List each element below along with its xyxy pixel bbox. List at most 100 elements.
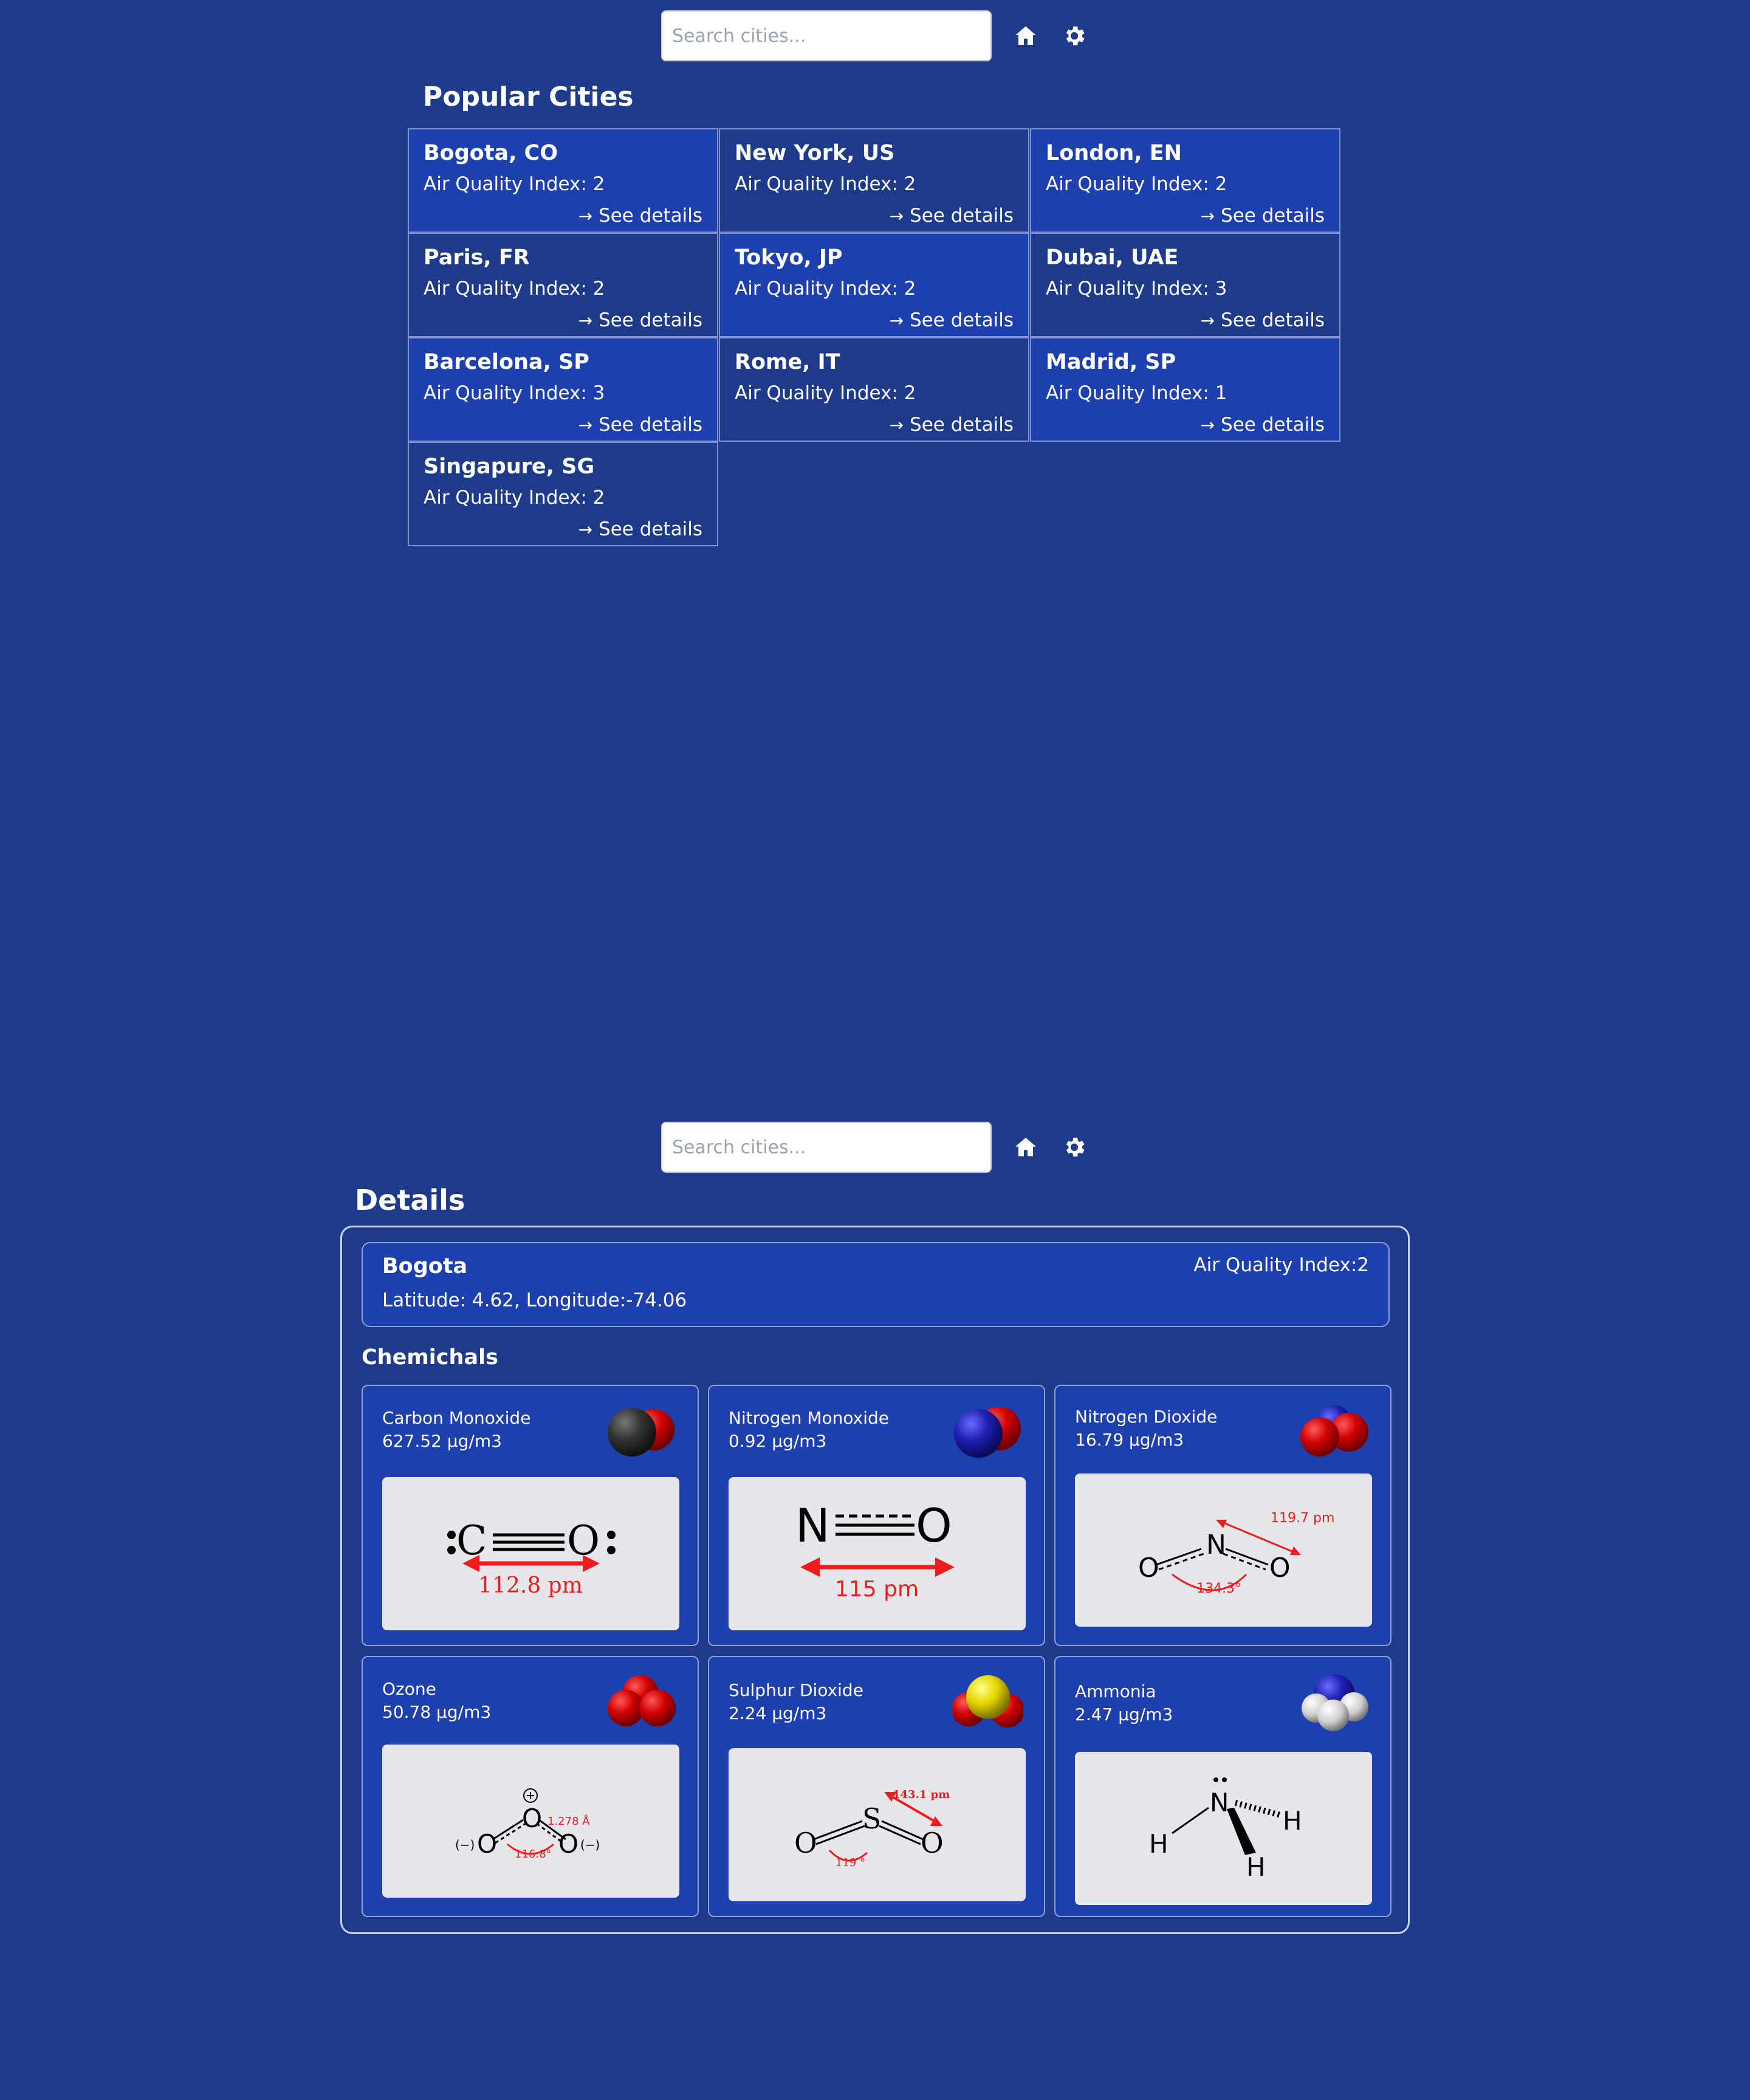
- city-card-new-york[interactable]: New York, US Air Quality Index: 2 → See d…: [719, 128, 1029, 233]
- see-details-label: See details: [599, 309, 702, 331]
- see-details-link[interactable]: → See details: [890, 205, 1014, 227]
- bond-length-label: 119.7 pm: [1271, 1511, 1334, 1526]
- chemical-value: 2.47 μg/m3: [1075, 1704, 1173, 1724]
- bond-angle-label: 134.3°: [1196, 1581, 1241, 1596]
- city-name: Paris, FR: [424, 245, 530, 270]
- chemical-value: 0.92 μg/m3: [729, 1431, 827, 1451]
- see-details-link[interactable]: → See details: [1201, 205, 1325, 227]
- arrow-right-icon: →: [578, 310, 593, 331]
- see-details-label: See details: [1221, 205, 1325, 227]
- city-name: Rome, IT: [735, 350, 840, 374]
- see-details-link[interactable]: → See details: [578, 414, 702, 436]
- city-card-dubai[interactable]: Dubai, UAE Air Quality Index: 3 → See det…: [1030, 233, 1340, 337]
- search-input[interactable]: [661, 10, 992, 61]
- city-aqi: Air Quality Index:2: [1193, 1254, 1369, 1276]
- city-aqi: Air Quality Index: 2: [735, 382, 916, 404]
- search-input[interactable]: [661, 1122, 992, 1173]
- arrow-right-icon: →: [889, 414, 904, 435]
- see-details-link[interactable]: → See details: [1201, 309, 1325, 331]
- chemical-card-nitrogen-dioxide: Nitrogen Dioxide 16.79 μg/m3 O N O 119.7…: [1054, 1385, 1391, 1646]
- details-title: Details: [355, 1184, 465, 1216]
- see-details-link[interactable]: → See details: [890, 414, 1014, 436]
- co-structure-diagram: C O 112.8 pm: [382, 1477, 679, 1630]
- home-icon: [1015, 1138, 1036, 1156]
- city-aqi: Air Quality Index: 3: [1046, 278, 1227, 300]
- svg-text:(−): (−): [455, 1837, 475, 1852]
- see-details-link[interactable]: → See details: [890, 309, 1014, 331]
- co-molecule-model: [608, 1408, 674, 1457]
- bond-length-label: 112.8 pm: [478, 1573, 583, 1598]
- details-panel: Bogota Latitude: 4.62, Longitude:-74.06 …: [340, 1226, 1410, 1934]
- chemical-name: Carbon Monoxide: [382, 1408, 531, 1428]
- see-details-link[interactable]: → See details: [578, 518, 702, 540]
- svg-text:H: H: [1283, 1806, 1302, 1836]
- arrow-right-icon: →: [889, 310, 904, 331]
- see-details-link[interactable]: → See details: [578, 205, 702, 227]
- svg-text:O: O: [522, 1803, 542, 1833]
- svg-text:H: H: [1246, 1852, 1266, 1882]
- arrow-right-icon: →: [1200, 414, 1215, 435]
- chemical-card-sulphur-dioxide: Sulphur Dioxide 2.24 μg/m3 S O O 143.1 p…: [708, 1656, 1045, 1917]
- chemical-name: Sulphur Dioxide: [729, 1680, 863, 1700]
- chemical-value: 2.24 μg/m3: [729, 1703, 827, 1723]
- city-aqi: Air Quality Index: 2: [424, 278, 605, 300]
- settings-button[interactable]: [1059, 1131, 1090, 1163]
- see-details-link[interactable]: → See details: [1201, 414, 1325, 436]
- chemical-card-ammonia: Ammonia 2.47 μg/m3 N H H H: [1054, 1656, 1391, 1917]
- svg-text:O: O: [1138, 1553, 1159, 1584]
- city-grid: Bogota, CO Air Quality Index: 2 → See det…: [408, 128, 1342, 546]
- home-button[interactable]: [1010, 1131, 1041, 1163]
- bond-length-label: 115 pm: [835, 1577, 919, 1602]
- city-aqi: Air Quality Index: 2: [735, 173, 916, 195]
- svg-text:H: H: [1149, 1829, 1168, 1859]
- chemicals-title: Chemichals: [362, 1345, 498, 1370]
- home-button[interactable]: [1010, 20, 1041, 52]
- city-name: Bogota, CO: [424, 141, 558, 165]
- chemical-card-ozone: Ozone 50.78 μg/m3 O O O (−) (−) 1.278 Å …: [362, 1656, 699, 1917]
- city-card-bogota[interactable]: Bogota, CO Air Quality Index: 2 → See det…: [408, 128, 718, 233]
- no-structure-diagram: N O 115 pm: [729, 1477, 1026, 1630]
- svg-text:O: O: [1269, 1553, 1291, 1584]
- city-card-barcelona[interactable]: Barcelona, SP Air Quality Index: 3 → See …: [408, 337, 718, 442]
- ammonia-molecule-model: [1302, 1674, 1368, 1731]
- bond-length-label: 143.1 pm: [893, 1788, 950, 1801]
- city-name: Dubai, UAE: [1046, 245, 1179, 270]
- settings-button[interactable]: [1059, 20, 1090, 52]
- city-aqi: Air Quality Index: 2: [1046, 173, 1227, 195]
- city-card-tokyo[interactable]: Tokyo, JP Air Quality Index: 2 → See deta…: [719, 233, 1029, 337]
- svg-text:O: O: [921, 1827, 944, 1859]
- city-card-singapore[interactable]: Singapure, SG Air Quality Index: 2 → See …: [408, 442, 718, 546]
- arrow-right-icon: →: [578, 414, 593, 435]
- bond-angle-label: 116.8°: [515, 1848, 552, 1861]
- see-details-label: See details: [910, 309, 1014, 331]
- see-details-link[interactable]: → See details: [578, 309, 702, 331]
- bond-length-label: 1.278 Å: [547, 1814, 590, 1828]
- city-aqi: Air Quality Index: 1: [1046, 382, 1227, 404]
- city-name: Barcelona, SP: [424, 350, 589, 374]
- chemical-name: Nitrogen Dioxide: [1075, 1407, 1218, 1427]
- city-card-london[interactable]: London, EN Air Quality Index: 2 → See det…: [1030, 128, 1340, 233]
- svg-text:C: C: [456, 1517, 487, 1564]
- city-card-madrid[interactable]: Madrid, SP Air Quality Index: 1 → See det…: [1030, 337, 1340, 442]
- chemical-value: 16.79 μg/m3: [1075, 1430, 1184, 1450]
- chemical-card-nitrogen-monoxide: Nitrogen Monoxide 0.92 μg/m3 N O 115 pm: [708, 1385, 1045, 1646]
- no-molecule-model: [954, 1407, 1021, 1458]
- city-coordinates: Latitude: 4.62, Longitude:-74.06: [382, 1289, 687, 1311]
- svg-text:N: N: [795, 1498, 830, 1553]
- popular-cities-title: Popular Cities: [423, 81, 634, 112]
- chemical-name: Ozone: [382, 1679, 436, 1699]
- chemical-value: 50.78 μg/m3: [382, 1702, 492, 1722]
- svg-text:O: O: [477, 1829, 497, 1859]
- svg-text:N: N: [1206, 1529, 1226, 1560]
- city-card-rome[interactable]: Rome, IT Air Quality Index: 2 → See detai…: [719, 337, 1029, 442]
- city-name: New York, US: [735, 141, 895, 165]
- svg-text:N: N: [1210, 1788, 1229, 1817]
- city-aqi: Air Quality Index: 3: [424, 382, 605, 404]
- see-details-label: See details: [1221, 309, 1325, 331]
- city-name: London, EN: [1046, 141, 1182, 165]
- city-card-paris[interactable]: Paris, FR Air Quality Index: 2 → See deta…: [408, 233, 718, 337]
- see-details-label: See details: [599, 205, 702, 227]
- city-header-card: Bogota Latitude: 4.62, Longitude:-74.06 …: [362, 1242, 1390, 1327]
- see-details-label: See details: [599, 518, 702, 540]
- arrow-right-icon: →: [1200, 205, 1215, 226]
